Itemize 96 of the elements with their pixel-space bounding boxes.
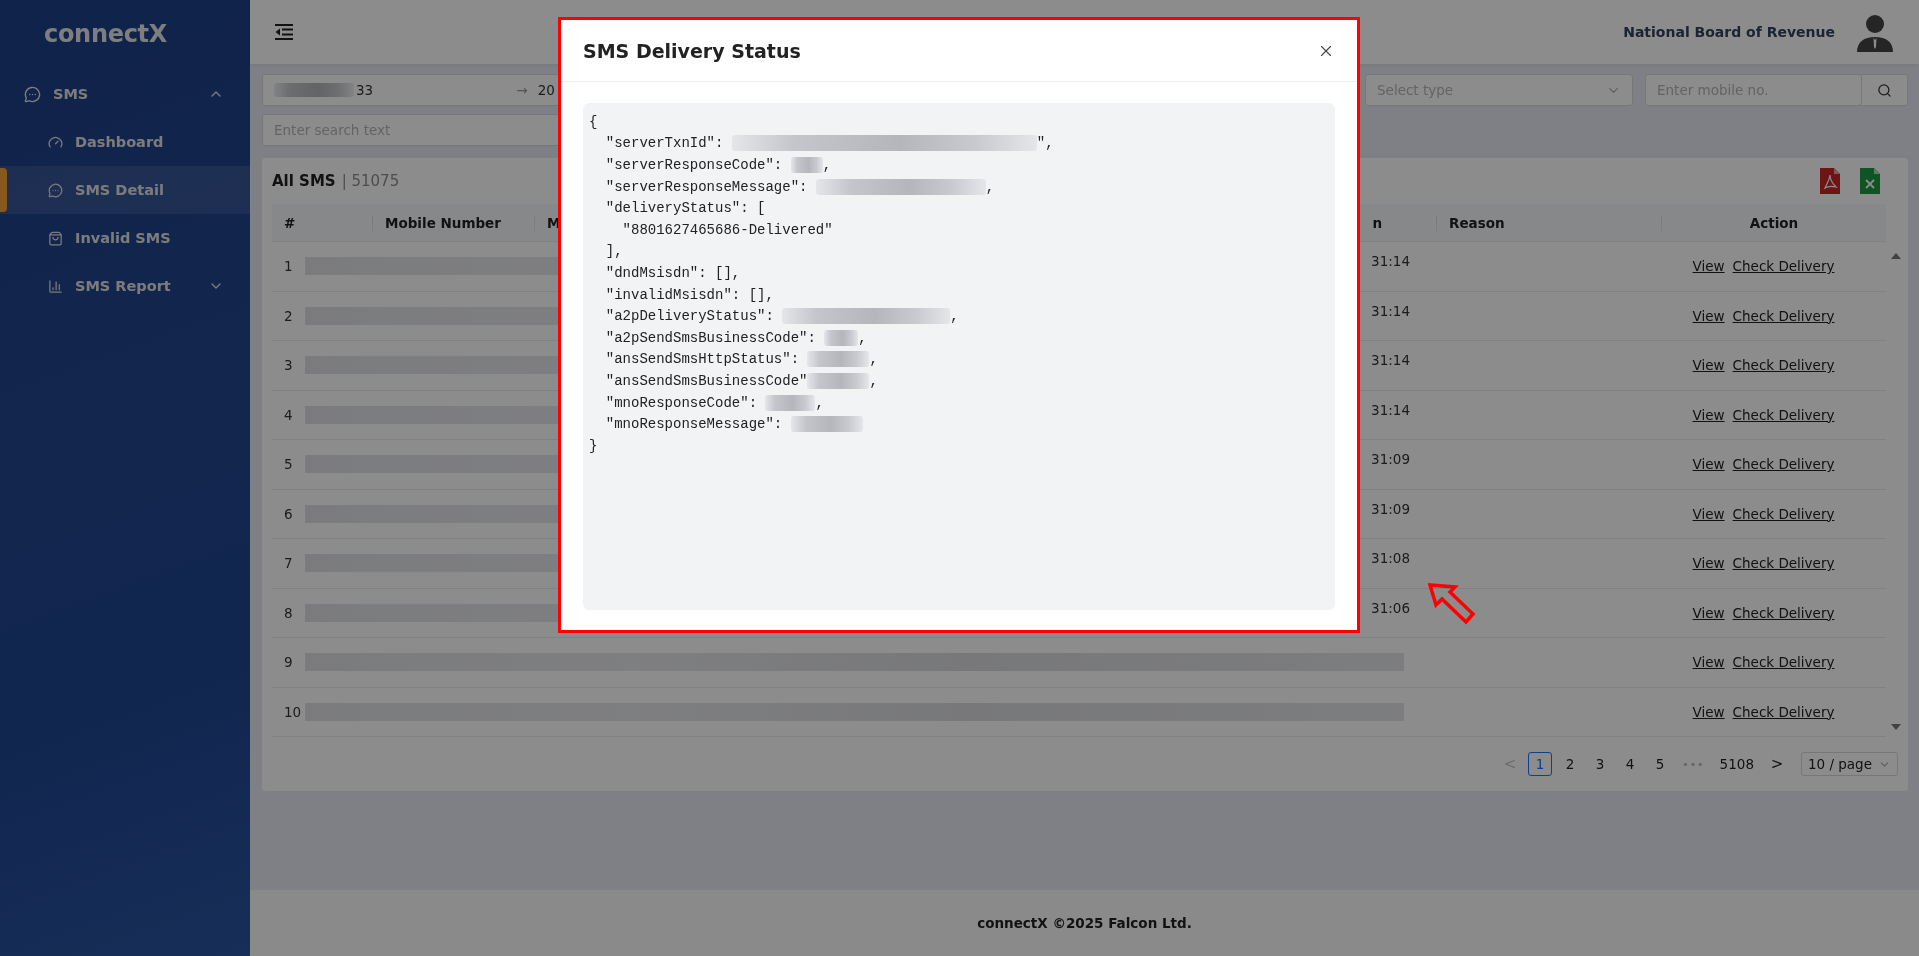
chat-icon [24, 85, 41, 103]
scroll-down-icon[interactable] [1890, 723, 1902, 731]
column-header: # [283, 214, 297, 231]
modal-title: SMS Delivery Status [583, 39, 802, 62]
view-link[interactable]: View [1692, 406, 1725, 423]
code-text: "mnoResponseMessage": [604, 416, 784, 433]
row-number: 3 [283, 357, 294, 374]
code-text: , [858, 329, 867, 346]
code-text: "deliveryStatus": [ [604, 200, 766, 217]
sidebar-item[interactable]: SMS Report [0, 262, 250, 310]
search-button[interactable] [1862, 74, 1908, 106]
code-text: , [869, 351, 878, 368]
row-number: 6 [283, 505, 294, 522]
user-avatar[interactable] [1855, 12, 1895, 52]
page-size-select[interactable]: 10 / page [1800, 752, 1898, 776]
code-text: ", [1036, 135, 1054, 152]
scroll-up-icon[interactable] [1890, 252, 1902, 260]
chat-icon [48, 182, 63, 198]
card-title: All SMS [272, 172, 336, 190]
view-link[interactable]: View [1692, 258, 1725, 275]
check-delivery-link[interactable]: Check Delivery [1732, 505, 1835, 522]
time-cell-text: 31:14 [1370, 253, 1411, 270]
time-cell-text: 31:14 [1370, 302, 1411, 319]
code-text: "invalidMsisdn": [], [604, 286, 774, 303]
code-text: , [815, 394, 824, 411]
code-text: , [985, 178, 995, 195]
view-link[interactable]: View [1692, 307, 1725, 324]
next-page-button[interactable]: > [1764, 752, 1789, 776]
view-link[interactable]: View [1692, 703, 1725, 720]
column-header: Mobile Number [372, 214, 534, 231]
excel-file-icon[interactable] [1860, 168, 1880, 194]
code-text: , [869, 372, 878, 389]
code-text: ], [604, 243, 623, 260]
column-header: Reason [1436, 214, 1661, 231]
view-link[interactable]: View [1692, 357, 1725, 374]
row-number: 8 [283, 604, 294, 621]
pdf-file-icon[interactable] [1820, 168, 1840, 194]
code-text: { [589, 113, 598, 130]
view-link[interactable]: View [1692, 654, 1725, 671]
gauge-icon [48, 134, 63, 150]
check-delivery-link[interactable]: Check Delivery [1732, 703, 1835, 720]
column-header: n [1371, 214, 1383, 231]
time-cell-text: 31:09 [1370, 500, 1411, 517]
code-text: "a2pDeliveryStatus": [604, 308, 775, 325]
organization-name: National Board of Revenue [1623, 24, 1835, 40]
code-text: "serverResponseMessage": [604, 178, 809, 195]
code-text: "ansSendSmsBusinessCode" [604, 372, 808, 389]
time-cell-text: 31:08 [1370, 550, 1411, 567]
row-number: 7 [283, 555, 294, 572]
code-text: "a2pSendSmsBusinessCode": [604, 329, 817, 346]
view-link[interactable]: View [1692, 456, 1725, 473]
app-logo: connectX [43, 19, 168, 50]
row-number: 9 [283, 654, 294, 671]
code-text: , [950, 308, 959, 325]
code-text: , [822, 157, 832, 173]
time-cell-text: 31:14 [1370, 401, 1411, 418]
time-cell-text: 31:06 [1370, 599, 1411, 616]
start-date: 33 [356, 82, 374, 98]
check-delivery-link[interactable]: Check Delivery [1732, 555, 1835, 572]
column-header: Action [1661, 214, 1886, 231]
code-text: "dndMsisdn": [], [604, 264, 741, 281]
end-date: 20 [537, 82, 555, 98]
row-number: 5 [283, 456, 294, 473]
page-ellipsis: ••• [1681, 757, 1706, 771]
collapse-menu-icon[interactable] [274, 24, 294, 40]
sidebar-item[interactable]: Invalid SMS [0, 214, 250, 262]
check-delivery-link[interactable]: Check Delivery [1732, 357, 1835, 374]
check-delivery-link[interactable]: Check Delivery [1732, 307, 1835, 324]
row-number: 1 [283, 258, 294, 275]
record-count: | 51075 [341, 172, 400, 190]
check-delivery-link[interactable]: Check Delivery [1732, 654, 1835, 671]
code-text: "ansSendSmsHttpStatus": [604, 351, 801, 368]
range-separator: → [516, 82, 528, 98]
code-text: } [589, 437, 598, 454]
view-link[interactable]: View [1692, 604, 1725, 621]
row-number: 10 [283, 703, 303, 720]
annotation-arrow [1428, 583, 1476, 625]
check-delivery-link[interactable]: Check Delivery [1732, 604, 1835, 621]
copyright-text: connectX ©2025 Falcon Ltd. [977, 915, 1192, 931]
search-icon [1877, 82, 1892, 98]
row-number: 4 [283, 406, 294, 423]
check-delivery-link[interactable]: Check Delivery [1732, 406, 1835, 423]
sidebar-item[interactable]: SMS [0, 70, 250, 118]
bar-chart-icon [48, 278, 63, 294]
check-delivery-link[interactable]: Check Delivery [1732, 258, 1835, 275]
code-text: "serverResponseCode": [604, 157, 784, 173]
code-text: "mnoResponseCode": [604, 394, 759, 411]
bag-icon [48, 230, 63, 246]
row-number: 2 [283, 307, 294, 324]
time-cell-text: 31:14 [1370, 352, 1411, 369]
page-button[interactable]: 1 [1528, 752, 1553, 776]
check-delivery-link[interactable]: Check Delivery [1732, 456, 1835, 473]
sidebar-item[interactable]: Dashboard [0, 118, 250, 166]
time-cell-text: 31:09 [1370, 451, 1411, 468]
view-link[interactable]: View [1692, 555, 1725, 572]
view-link[interactable]: View [1692, 505, 1725, 522]
